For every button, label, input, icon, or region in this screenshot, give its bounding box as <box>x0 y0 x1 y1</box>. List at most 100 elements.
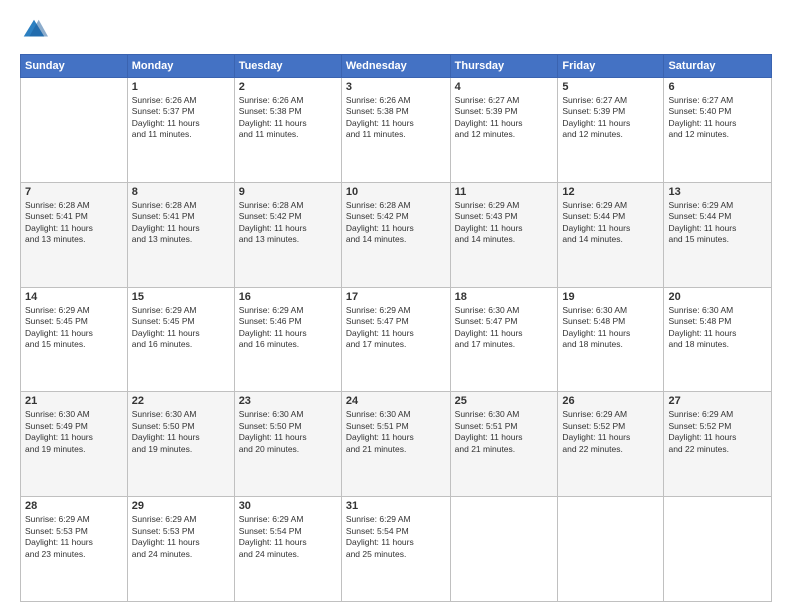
day-number: 6 <box>668 81 767 93</box>
week-row-5: 28Sunrise: 6:29 AMSunset: 5:53 PMDayligh… <box>21 497 772 602</box>
calendar-cell <box>558 497 664 602</box>
calendar-cell: 3 Sunrise: 6:26 AMSunset: 5:38 PMDaylight… <box>341 78 450 183</box>
day-number: 4 <box>455 81 554 93</box>
calendar-cell: 25 Sunrise: 6:30 AMSunset: 5:51 PMDayligh… <box>450 392 558 497</box>
day-header-monday: Monday <box>127 55 234 78</box>
day-info: Sunrise: 6:26 AMSunset: 5:38 PMDaylight:… <box>239 95 337 141</box>
day-number: 9 <box>239 186 337 198</box>
day-number: 30 <box>239 500 337 512</box>
day-info: Sunrise: 6:26 AMSunset: 5:38 PMDaylight:… <box>346 95 446 141</box>
calendar-cell: 10 Sunrise: 6:28 AMSunset: 5:42 PMDayligh… <box>341 182 450 287</box>
calendar-cell: 20Sunrise: 6:30 AMSunset: 5:48 PMDayligh… <box>664 287 772 392</box>
day-info: Sunrise: 6:28 AMSunset: 5:41 PMDaylight:… <box>132 200 230 246</box>
calendar-cell: 24 Sunrise: 6:30 AMSunset: 5:51 PMDayligh… <box>341 392 450 497</box>
day-number: 25 <box>455 395 554 407</box>
day-info: Sunrise: 6:29 AMSunset: 5:45 PMDaylight:… <box>132 305 230 351</box>
day-info: Sunrise: 6:29 AMSunset: 5:52 PMDaylight:… <box>668 409 767 455</box>
day-number: 10 <box>346 186 446 198</box>
day-number: 14 <box>25 291 123 303</box>
day-number: 31 <box>346 500 446 512</box>
day-info: Sunrise: 6:30 AMSunset: 5:51 PMDaylight:… <box>346 409 446 455</box>
logo-icon <box>20 16 48 44</box>
calendar-cell: 6 Sunrise: 6:27 AMSunset: 5:40 PMDaylight… <box>664 78 772 183</box>
week-row-4: 21Sunrise: 6:30 AMSunset: 5:49 PMDayligh… <box>21 392 772 497</box>
day-info: Sunrise: 6:30 AMSunset: 5:50 PMDaylight:… <box>132 409 230 455</box>
day-number: 13 <box>668 186 767 198</box>
day-header-tuesday: Tuesday <box>234 55 341 78</box>
day-number: 24 <box>346 395 446 407</box>
week-row-2: 7 Sunrise: 6:28 AMSunset: 5:41 PMDaylight… <box>21 182 772 287</box>
day-info: Sunrise: 6:27 AMSunset: 5:39 PMDaylight:… <box>562 95 659 141</box>
day-info: Sunrise: 6:29 AMSunset: 5:52 PMDaylight:… <box>562 409 659 455</box>
day-header-wednesday: Wednesday <box>341 55 450 78</box>
day-info: Sunrise: 6:30 AMSunset: 5:50 PMDaylight:… <box>239 409 337 455</box>
calendar-cell: 17 Sunrise: 6:29 AMSunset: 5:47 PMDayligh… <box>341 287 450 392</box>
calendar-cell: 7 Sunrise: 6:28 AMSunset: 5:41 PMDaylight… <box>21 182 128 287</box>
calendar-cell <box>664 497 772 602</box>
day-info: Sunrise: 6:29 AMSunset: 5:53 PMDaylight:… <box>132 514 230 560</box>
calendar-cell: 31 Sunrise: 6:29 AMSunset: 5:54 PMDayligh… <box>341 497 450 602</box>
day-number: 17 <box>346 291 446 303</box>
day-number: 7 <box>25 186 123 198</box>
day-number: 26 <box>562 395 659 407</box>
calendar-cell: 30 Sunrise: 6:29 AMSunset: 5:54 PMDayligh… <box>234 497 341 602</box>
day-info: Sunrise: 6:29 AMSunset: 5:45 PMDaylight:… <box>25 305 123 351</box>
day-number: 16 <box>239 291 337 303</box>
calendar: SundayMondayTuesdayWednesdayThursdayFrid… <box>20 54 772 602</box>
day-number: 1 <box>132 81 230 93</box>
calendar-cell <box>21 78 128 183</box>
calendar-cell: 8 Sunrise: 6:28 AMSunset: 5:41 PMDaylight… <box>127 182 234 287</box>
day-header-sunday: Sunday <box>21 55 128 78</box>
day-number: 29 <box>132 500 230 512</box>
day-number: 22 <box>132 395 230 407</box>
calendar-cell: 4 Sunrise: 6:27 AMSunset: 5:39 PMDaylight… <box>450 78 558 183</box>
day-info: Sunrise: 6:29 AMSunset: 5:53 PMDaylight:… <box>25 514 123 560</box>
day-number: 18 <box>455 291 554 303</box>
calendar-cell: 21Sunrise: 6:30 AMSunset: 5:49 PMDayligh… <box>21 392 128 497</box>
day-info: Sunrise: 6:29 AMSunset: 5:54 PMDaylight:… <box>346 514 446 560</box>
day-info: Sunrise: 6:29 AMSunset: 5:43 PMDaylight:… <box>455 200 554 246</box>
day-info: Sunrise: 6:28 AMSunset: 5:42 PMDaylight:… <box>239 200 337 246</box>
day-info: Sunrise: 6:28 AMSunset: 5:41 PMDaylight:… <box>25 200 123 246</box>
day-info: Sunrise: 6:29 AMSunset: 5:47 PMDaylight:… <box>346 305 446 351</box>
calendar-cell: 12Sunrise: 6:29 AMSunset: 5:44 PMDayligh… <box>558 182 664 287</box>
day-number: 19 <box>562 291 659 303</box>
day-header-thursday: Thursday <box>450 55 558 78</box>
week-row-3: 14 Sunrise: 6:29 AMSunset: 5:45 PMDayligh… <box>21 287 772 392</box>
calendar-cell: 15Sunrise: 6:29 AMSunset: 5:45 PMDayligh… <box>127 287 234 392</box>
day-number: 21 <box>25 395 123 407</box>
day-number: 8 <box>132 186 230 198</box>
calendar-cell: 27 Sunrise: 6:29 AMSunset: 5:52 PMDayligh… <box>664 392 772 497</box>
day-number: 27 <box>668 395 767 407</box>
day-info: Sunrise: 6:30 AMSunset: 5:51 PMDaylight:… <box>455 409 554 455</box>
day-info: Sunrise: 6:30 AMSunset: 5:48 PMDaylight:… <box>668 305 767 351</box>
calendar-cell: 19Sunrise: 6:30 AMSunset: 5:48 PMDayligh… <box>558 287 664 392</box>
day-info: Sunrise: 6:29 AMSunset: 5:46 PMDaylight:… <box>239 305 337 351</box>
day-info: Sunrise: 6:26 AMSunset: 5:37 PMDaylight:… <box>132 95 230 141</box>
day-info: Sunrise: 6:28 AMSunset: 5:42 PMDaylight:… <box>346 200 446 246</box>
calendar-cell: 5Sunrise: 6:27 AMSunset: 5:39 PMDaylight… <box>558 78 664 183</box>
calendar-cell: 1 Sunrise: 6:26 AMSunset: 5:37 PMDaylight… <box>127 78 234 183</box>
calendar-cell: 29 Sunrise: 6:29 AMSunset: 5:53 PMDayligh… <box>127 497 234 602</box>
day-info: Sunrise: 6:27 AMSunset: 5:40 PMDaylight:… <box>668 95 767 141</box>
calendar-cell: 2Sunrise: 6:26 AMSunset: 5:38 PMDaylight… <box>234 78 341 183</box>
calendar-cell: 28Sunrise: 6:29 AMSunset: 5:53 PMDayligh… <box>21 497 128 602</box>
week-row-1: 1 Sunrise: 6:26 AMSunset: 5:37 PMDaylight… <box>21 78 772 183</box>
day-info: Sunrise: 6:29 AMSunset: 5:44 PMDaylight:… <box>668 200 767 246</box>
logo <box>20 16 52 44</box>
day-number: 3 <box>346 81 446 93</box>
day-info: Sunrise: 6:27 AMSunset: 5:39 PMDaylight:… <box>455 95 554 141</box>
calendar-cell: 26 Sunrise: 6:29 AMSunset: 5:52 PMDayligh… <box>558 392 664 497</box>
day-header-friday: Friday <box>558 55 664 78</box>
day-number: 12 <box>562 186 659 198</box>
day-info: Sunrise: 6:30 AMSunset: 5:47 PMDaylight:… <box>455 305 554 351</box>
calendar-cell: 11 Sunrise: 6:29 AMSunset: 5:43 PMDayligh… <box>450 182 558 287</box>
day-number: 11 <box>455 186 554 198</box>
calendar-header-row: SundayMondayTuesdayWednesdayThursdayFrid… <box>21 55 772 78</box>
calendar-cell: 14 Sunrise: 6:29 AMSunset: 5:45 PMDayligh… <box>21 287 128 392</box>
calendar-cell: 13 Sunrise: 6:29 AMSunset: 5:44 PMDayligh… <box>664 182 772 287</box>
page: SundayMondayTuesdayWednesdayThursdayFrid… <box>0 0 792 612</box>
day-info: Sunrise: 6:29 AMSunset: 5:54 PMDaylight:… <box>239 514 337 560</box>
calendar-cell <box>450 497 558 602</box>
day-header-saturday: Saturday <box>664 55 772 78</box>
